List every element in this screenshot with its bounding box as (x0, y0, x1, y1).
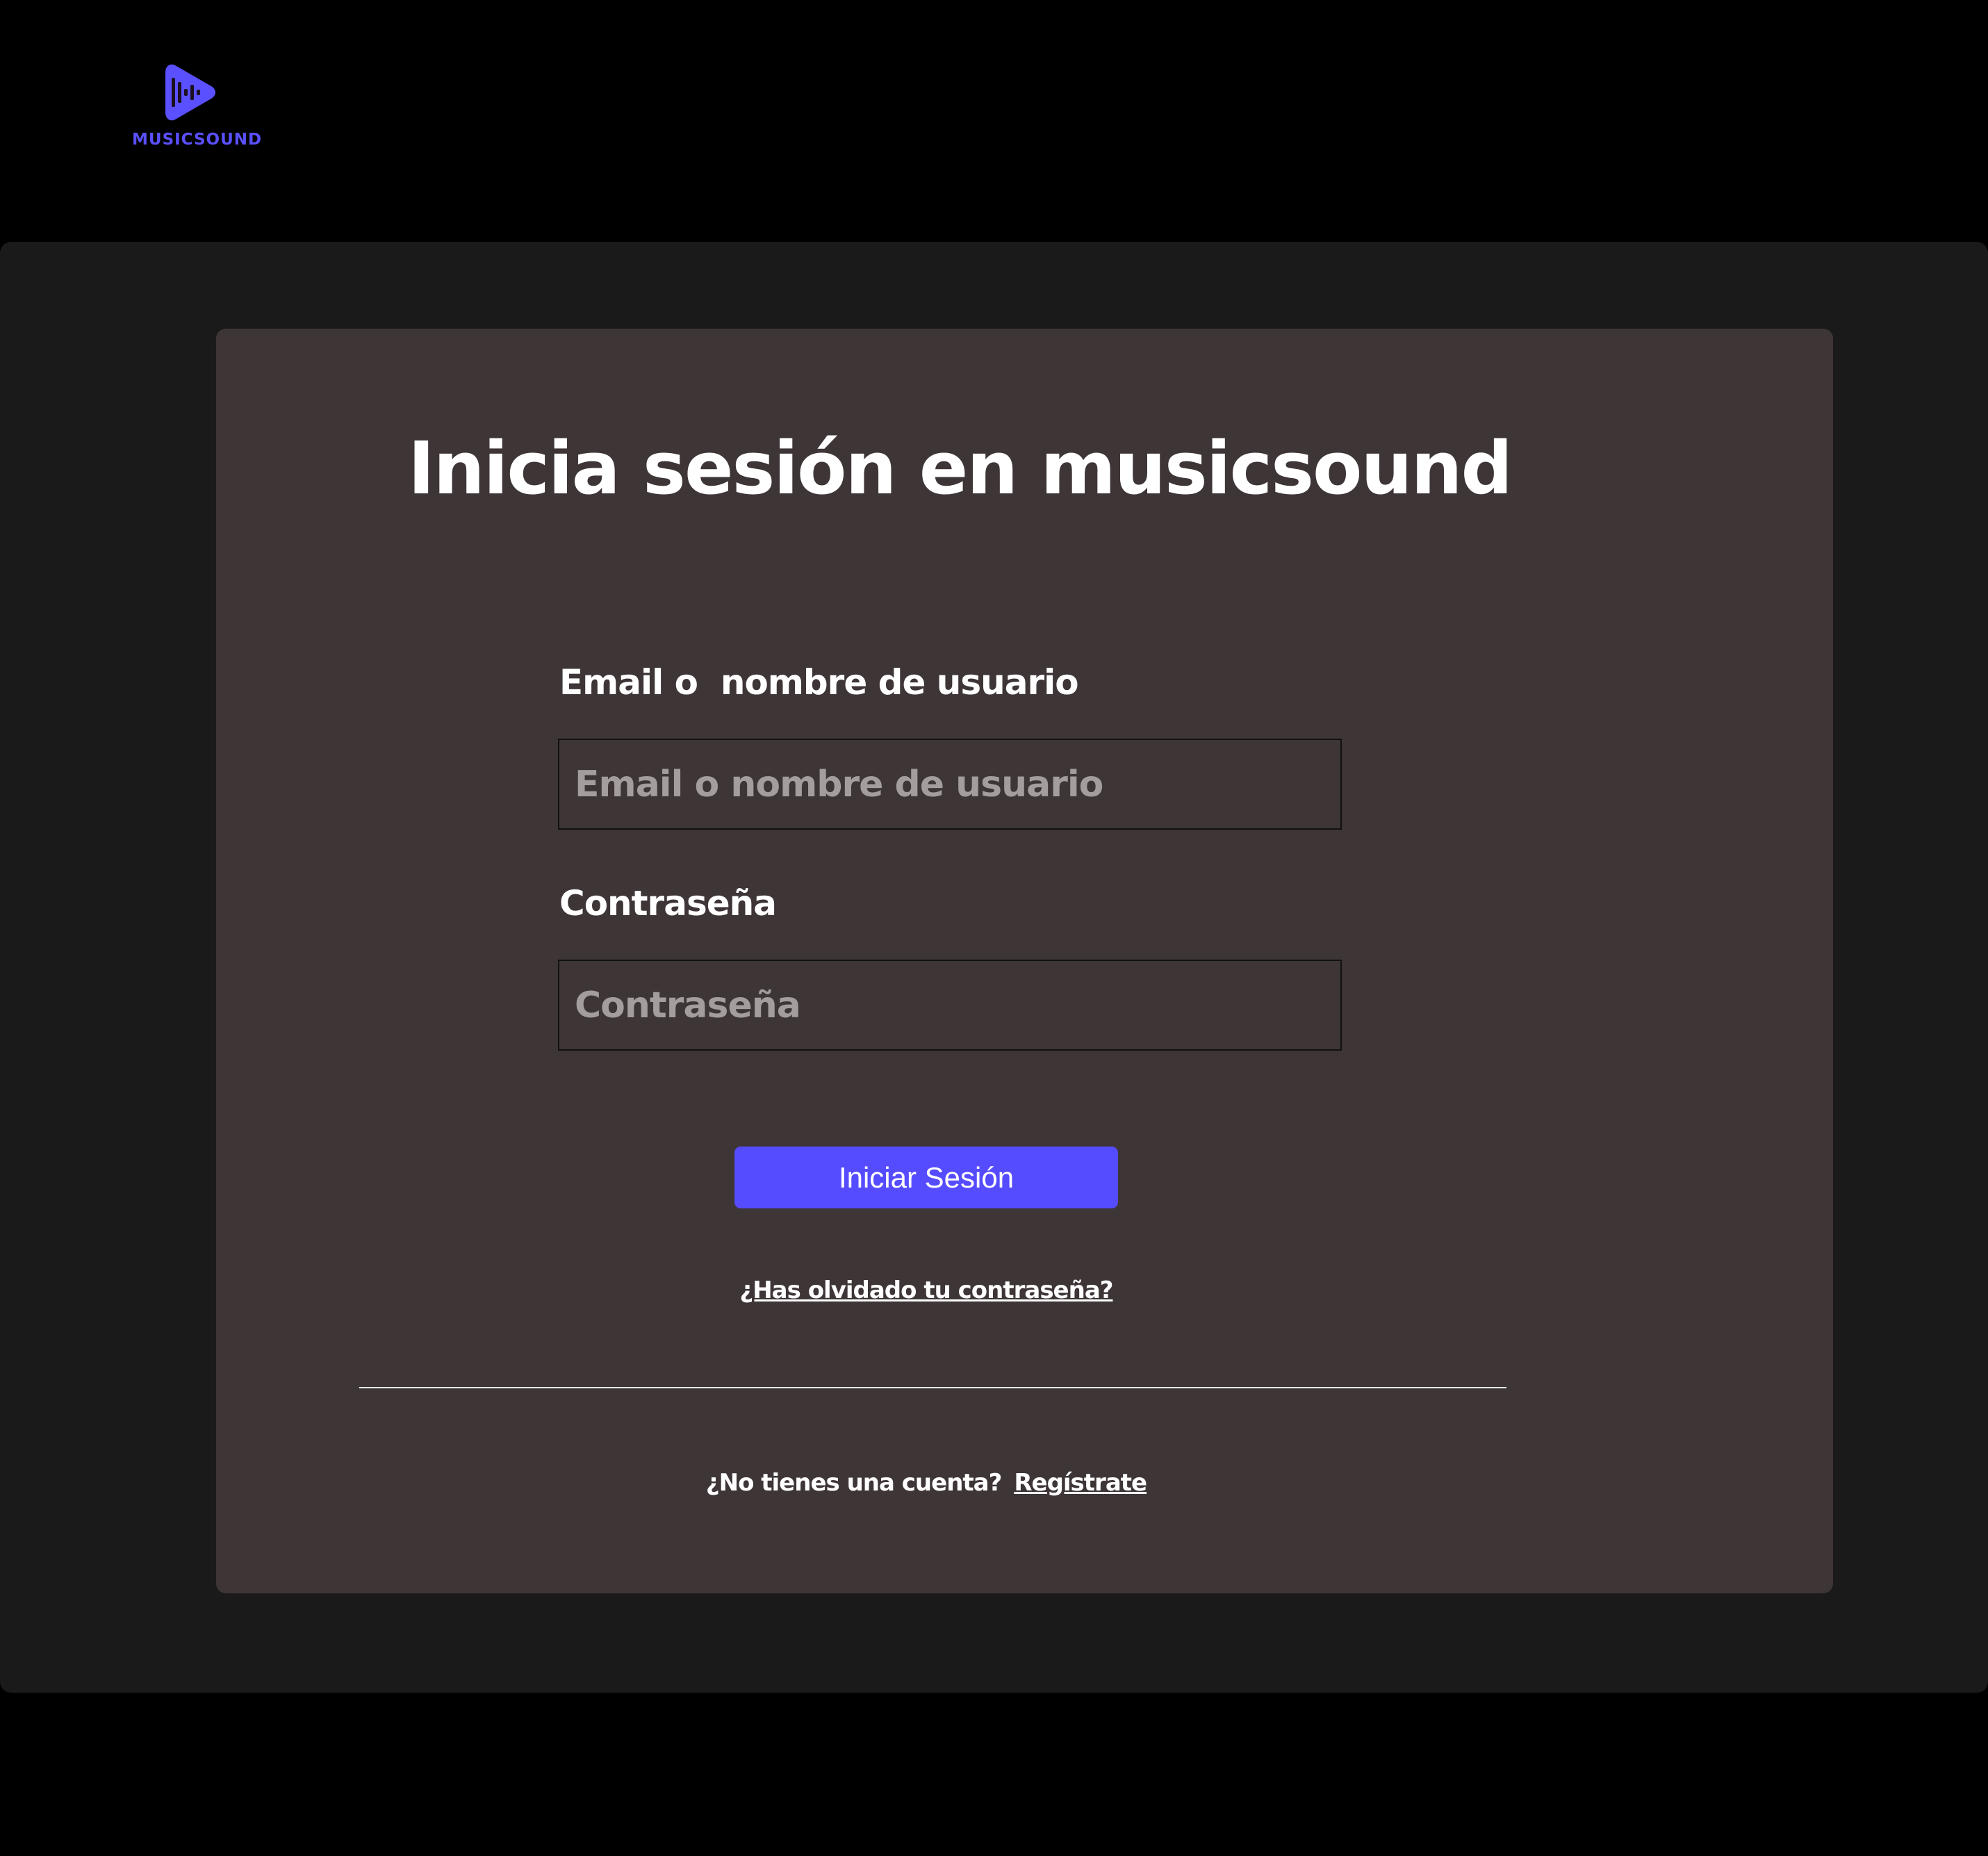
forgot-password-row: ¿Has olvidado tu contraseña? (216, 1276, 1636, 1304)
play-soundwave-icon (165, 64, 215, 121)
brand-name: MUSICSOUND (132, 131, 263, 149)
password-label: Contraseña (559, 883, 777, 923)
login-button[interactable]: Iniciar Sesión (734, 1147, 1118, 1208)
username-label: Email o nombre de usuario (559, 662, 1079, 703)
page-title: Inicia sesión en musicsound (407, 426, 1513, 511)
signup-link[interactable]: Regístrate (1014, 1469, 1147, 1497)
forgot-password-link[interactable]: ¿Has olvidado tu contraseña? (740, 1276, 1114, 1304)
brand-logo[interactable]: MUSICSOUND (132, 64, 263, 154)
signup-row: ¿No tienes una cuenta? Regístrate (216, 1469, 1636, 1497)
signup-prompt: ¿No tienes una cuenta? (705, 1469, 1002, 1497)
login-card: Inicia sesión en musicsound Email o nomb… (216, 329, 1833, 1593)
username-input[interactable] (558, 739, 1342, 830)
divider (359, 1387, 1506, 1388)
password-input[interactable] (558, 960, 1342, 1051)
